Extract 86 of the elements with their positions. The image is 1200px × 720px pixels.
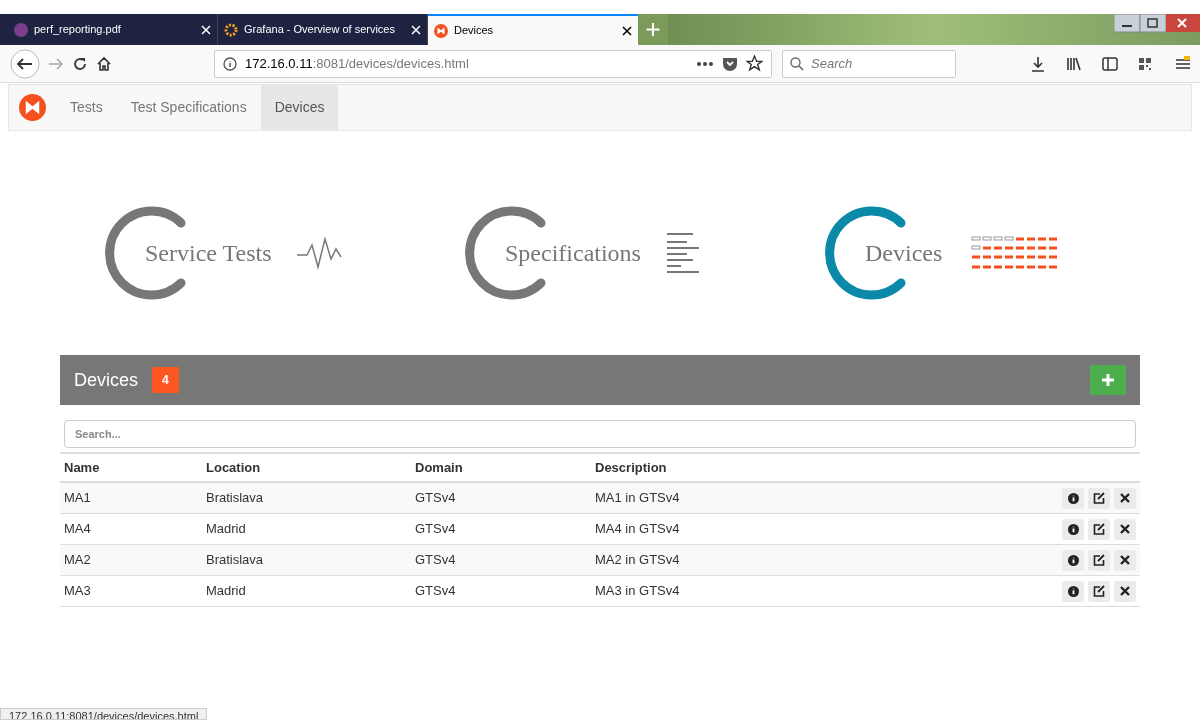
hero-tile[interactable]: Service Tests [105, 205, 375, 301]
table-cell-text: Bratislava [206, 489, 265, 508]
pdf-file-icon [14, 22, 28, 37]
delete-icon [1120, 586, 1130, 596]
window-controls-drawing[interactable] [1114, 14, 1200, 34]
star-icon[interactable] [746, 55, 763, 72]
info-icon [1067, 585, 1079, 597]
info-icon [1067, 523, 1079, 535]
panel-title: Devices [74, 368, 139, 392]
details-button[interactable] [1062, 487, 1084, 509]
hero-title: Specifications [505, 239, 641, 268]
details-button[interactable] [1062, 518, 1084, 540]
tab-title: perf_reporting.pdf [34, 22, 122, 38]
info-icon [1067, 492, 1079, 504]
nav-link[interactable]: Test Specifications [116, 85, 261, 130]
table-cell-text: GTSv4 [415, 551, 457, 570]
plus-icon [1102, 374, 1114, 386]
hero-title: Service Tests [145, 239, 272, 268]
tab-title: Devices [454, 23, 495, 39]
column-header: Name [64, 458, 101, 477]
tab-title: Grafana - Overview of services [244, 22, 396, 38]
nav-link[interactable]: Tests [56, 85, 117, 130]
delete-icon [1120, 493, 1130, 503]
details-button[interactable] [1062, 549, 1084, 571]
delete-button[interactable] [1114, 487, 1136, 509]
library-icon[interactable] [1066, 55, 1082, 72]
column-header: Domain [415, 458, 464, 477]
more-icon[interactable] [696, 60, 714, 67]
edit-button[interactable] [1088, 580, 1110, 602]
table-cell-text: MA4 [64, 520, 92, 539]
table-cell-text: GTSv4 [415, 489, 457, 508]
search-icon [790, 56, 804, 71]
hero-title: Devices [865, 239, 943, 268]
info-icon [1067, 554, 1079, 566]
search-field[interactable]: Search [782, 49, 956, 78]
table-cell-text: MA1 in GTSv4 [595, 489, 681, 508]
edit-icon [1093, 554, 1105, 566]
edit-button[interactable] [1088, 487, 1110, 509]
edit-button[interactable] [1088, 518, 1110, 540]
text-lines-icon [665, 232, 699, 274]
column-header: Location [206, 458, 262, 477]
home-icon[interactable] [96, 55, 112, 72]
delete-button[interactable] [1114, 580, 1136, 602]
table-cell-text: MA2 in GTSv4 [595, 551, 681, 570]
table-cell-text: MA2 [64, 551, 92, 570]
table-cell-text: GTSv4 [415, 520, 457, 539]
close-icon[interactable] [622, 25, 632, 36]
info-icon[interactable] [223, 56, 237, 71]
table-search-field[interactable]: Search... [64, 420, 1136, 448]
delete-icon [1120, 555, 1130, 565]
edit-button[interactable] [1088, 549, 1110, 571]
pocket-icon[interactable] [722, 55, 738, 72]
hero-tile[interactable]: Specifications [465, 205, 735, 301]
table-cell-text: MA3 [64, 582, 92, 601]
add-button[interactable] [1090, 365, 1126, 395]
column-header: Description [595, 458, 668, 477]
edit-icon [1093, 523, 1105, 535]
edit-icon [1093, 492, 1105, 504]
edit-icon [1093, 585, 1105, 597]
table-cell-text: Madrid [206, 520, 247, 539]
gear-icon [224, 22, 238, 37]
table-cell-text: MA3 in GTSv4 [595, 582, 681, 601]
table-cell-text: MA4 in GTSv4 [595, 520, 681, 539]
delete-icon [1120, 524, 1130, 534]
sidebar-icon[interactable] [1102, 55, 1118, 72]
table-cell-text: Madrid [206, 582, 247, 601]
back-icon[interactable] [10, 48, 40, 79]
table-cell-text: GTSv4 [415, 582, 457, 601]
browser-tab[interactable]: Devices [428, 14, 638, 45]
app-logo-icon [19, 94, 46, 121]
hero-tile[interactable]: Devices [825, 205, 1095, 301]
new-tab-icon[interactable] [638, 14, 668, 45]
details-button[interactable] [1062, 580, 1084, 602]
delete-button[interactable] [1114, 518, 1136, 540]
count-badge: 4 [152, 367, 179, 393]
reload-icon[interactable] [72, 55, 88, 72]
download-icon[interactable] [1030, 55, 1046, 72]
nav-link[interactable]: Devices [260, 85, 339, 130]
qr-code-icon[interactable] [1138, 56, 1152, 71]
url-text: 172.16.0.11:8081/devices/devices.html [245, 54, 470, 73]
table-cell-text: MA1 [64, 489, 92, 508]
table-cell-text: Bratislava [206, 551, 265, 570]
delete-button[interactable] [1114, 549, 1136, 571]
address-bar[interactable]: 172.16.0.11:8081/devices/devices.html [214, 49, 772, 78]
menu-icon[interactable] [1176, 55, 1190, 72]
app-logo-icon [434, 23, 448, 38]
